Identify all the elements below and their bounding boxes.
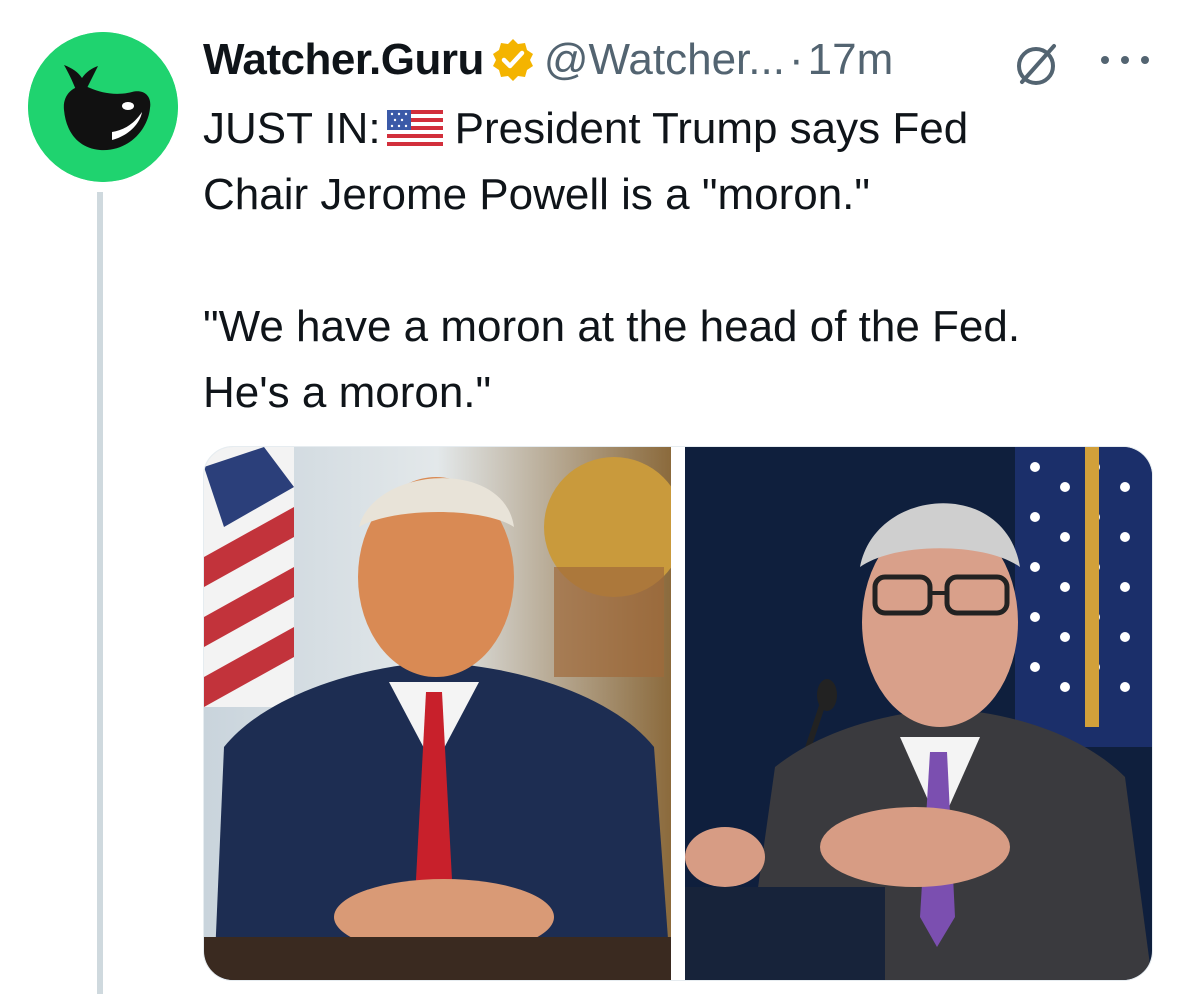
tweet-headline: President Trump says Fed (454, 104, 969, 153)
trump-photo[interactable] (204, 447, 671, 980)
whale-logo-icon (28, 32, 178, 182)
thread-connector-line (97, 192, 103, 994)
quote-line-2: He's a moron." (203, 368, 492, 417)
tweet-header: Watcher.Guru @Watcher... · 17m (203, 30, 893, 90)
header-separator: · (788, 35, 804, 84)
tweet-line-1: JUST IN: President Trump says Fed (203, 96, 1163, 162)
tweet-line-2: Chair Jerome Powell is a "moron." (203, 170, 871, 219)
tweet-prefix: JUST IN: (203, 104, 381, 153)
powell-photo[interactable] (685, 447, 1152, 980)
more-options-icon[interactable] (1095, 45, 1155, 75)
verified-badge-icon[interactable] (490, 37, 536, 83)
tweet-body: JUST IN: President Trump says Fed Chair … (203, 96, 1163, 426)
author-display-name[interactable]: Watcher.Guru (203, 35, 484, 85)
us-flag-icon (386, 110, 443, 146)
media-grid (203, 446, 1153, 981)
media-divider (671, 447, 685, 980)
quote-line-1: "We have a moron at the head of the Fed. (203, 302, 1021, 351)
author-avatar[interactable] (28, 32, 178, 182)
author-handle[interactable]: @Watcher... (544, 35, 785, 85)
grok-icon[interactable] (1012, 40, 1062, 90)
tweet-timestamp[interactable]: 17m (808, 35, 894, 85)
